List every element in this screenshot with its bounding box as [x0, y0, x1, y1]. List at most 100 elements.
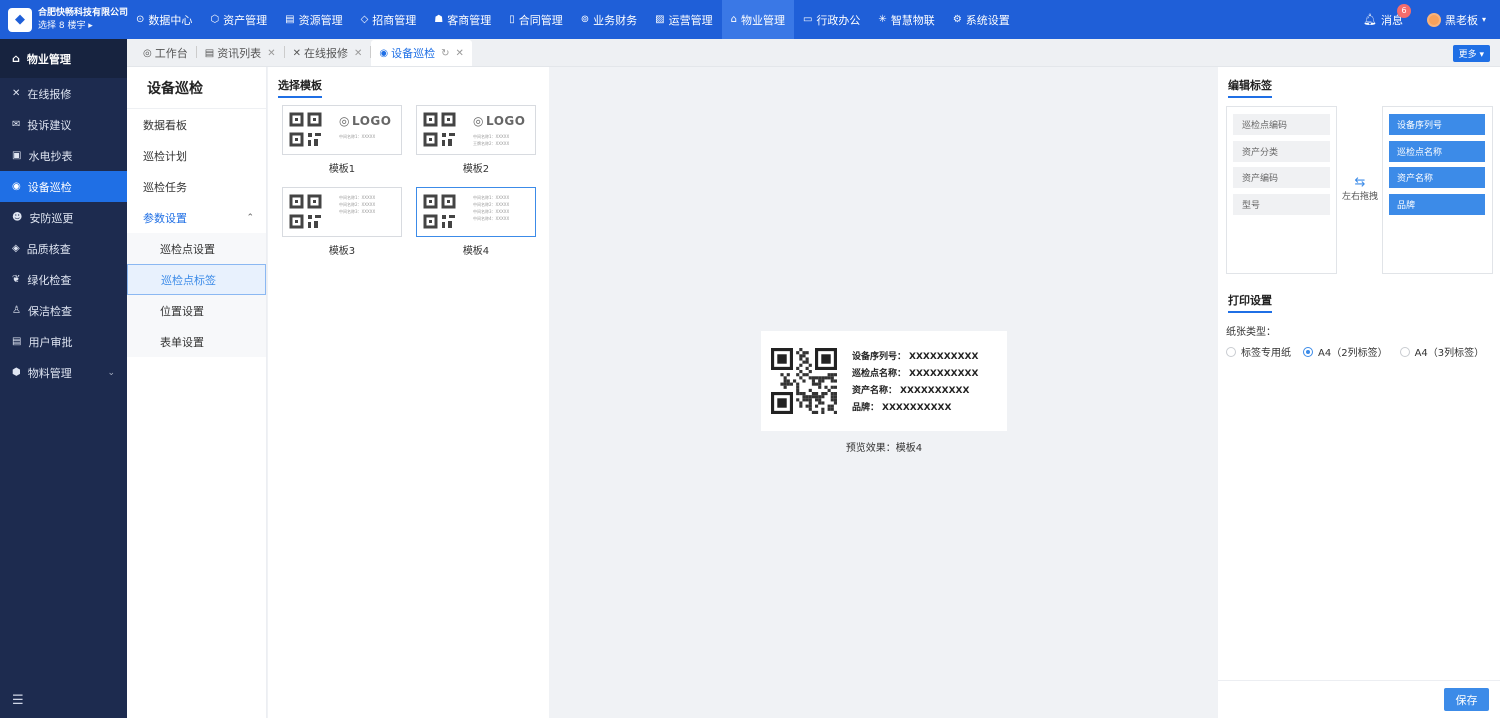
submenu-item-0[interactable]: 数据看板	[127, 109, 266, 140]
submenu-subitem-1[interactable]: 巡检点标签	[127, 264, 266, 295]
chevron-down-icon: ▾	[1481, 15, 1486, 24]
available-field-chip[interactable]: 资产分类	[1233, 140, 1330, 162]
topnav-item-6[interactable]: ⊚ 业务财务	[572, 0, 646, 39]
topnav-item-10[interactable]: ✳ 智慧物联	[869, 0, 943, 39]
template-card-4[interactable]: 中间名称1：XXXXX 中间名称2：XXXXX 中间名称3：XXXXX 中间名称4：X…	[416, 187, 536, 237]
radio-label: 标签专用纸	[1241, 348, 1291, 359]
top-nav: ⊙ 数据中心 ⬡ 资产管理 ▤ 资源管理 ◇ 招商管理 ☗ 客商管理 ▯ 合同管理 ⊚ 业务财务 ▨ 运营管理…	[127, 0, 1019, 39]
submenu-subitem-0[interactable]: 巡检点设置	[127, 233, 266, 264]
sidebar-item-4[interactable]: ☻ 安防巡更	[0, 202, 127, 233]
qr-code-icon	[771, 348, 837, 414]
paper-option-2[interactable]: A4（3列标签）	[1399, 344, 1484, 359]
close-icon[interactable]: ✕	[455, 48, 463, 59]
sidebar-item-label: 在线报修	[27, 87, 72, 101]
template-field-line: 中间名称1：XXXXX	[473, 195, 510, 200]
selected-field-chip[interactable]: 巡检点名称	[1389, 140, 1485, 162]
paper-option-0[interactable]: 标签专用纸	[1226, 344, 1291, 359]
user-menu[interactable]: 黑老板 ▾	[1426, 12, 1486, 28]
sidebar-item-5[interactable]: ◈ 品质核查	[0, 233, 127, 264]
submenu-group-params[interactable]: 参数设置 ⌃	[127, 202, 266, 233]
submenu-subitem-3[interactable]: 表单设置	[127, 326, 266, 357]
qr-code-icon	[289, 112, 323, 148]
sidebar-item-2[interactable]: ▣ 水电抄表	[0, 140, 127, 171]
submenu-title: 设备巡检	[127, 67, 266, 109]
sidebar-item-7[interactable]: ♙ 保洁检查	[0, 295, 127, 326]
topnav-label: 业务财务	[593, 13, 638, 27]
topnav-item-7[interactable]: ▨ 运营管理	[646, 0, 721, 39]
close-icon[interactable]: ✕	[354, 48, 362, 59]
sidebar-item-1[interactable]: ✉ 投诉建议	[0, 109, 127, 140]
collapse-menu-icon[interactable]: ☰	[12, 693, 24, 708]
monitor-icon: ▭	[802, 14, 813, 25]
sidebar-item-8[interactable]: ▤ 用户审批	[0, 326, 127, 357]
topnav-item-5[interactable]: ▯ 合同管理	[500, 0, 572, 39]
topnav-item-2[interactable]: ▤ 资源管理	[276, 0, 351, 39]
selected-field-chip[interactable]: 设备序列号	[1389, 114, 1485, 135]
topnav-item-11[interactable]: ⚙ 系统设置	[944, 0, 1019, 39]
print-settings-title: 打印设置	[1228, 292, 1272, 313]
close-icon[interactable]: ✕	[267, 48, 275, 59]
guard-icon: ☻	[12, 212, 23, 223]
refresh-icon[interactable]: ↻	[441, 48, 449, 59]
paper-type-label: 纸张类型：	[1226, 327, 1276, 338]
template-card-2[interactable]: ◎ LOGO 中间名称1：XXXXX 王牌名称2：XXXXX	[416, 105, 536, 155]
sidebar-item-9[interactable]: ⬢ 物料管理 ⌄	[0, 357, 127, 388]
topnav-item-1[interactable]: ⬡ 资产管理	[201, 0, 276, 39]
broom-icon: ♙	[12, 305, 21, 316]
available-field-chip[interactable]: 资产编码	[1233, 167, 1330, 188]
sidebar-item-label: 投诉建议	[27, 118, 72, 132]
brand[interactable]: ◆ 合肥快畅科技有限公司 选择 8 楼宇 ▸	[0, 0, 128, 39]
template-label: 模板1	[328, 164, 356, 175]
clock-icon: ⊙	[136, 14, 145, 25]
location-icon: ◉	[379, 47, 389, 59]
template-field-line: 王牌名称2：XXXXX	[473, 141, 510, 146]
tab-3[interactable]: ◉ 设备巡检 ↻ ✕	[371, 40, 472, 66]
template-card-1[interactable]: ◎ LOGO 中间名称1：XXXXX	[282, 105, 402, 155]
submenu-item-1[interactable]: 巡检计划	[127, 140, 266, 171]
tab-label: 在线报修	[303, 47, 348, 60]
preview-field-value: XXXXXXXXXX	[900, 386, 970, 396]
qr-code-icon	[423, 112, 457, 148]
user-name: 黑老板	[1444, 13, 1478, 27]
available-field-chip[interactable]: 巡检点编码	[1233, 114, 1330, 135]
template-fields: 中间名称1：XXXXX 王牌名称2：XXXXX	[473, 133, 509, 147]
topnav-item-3[interactable]: ◇ 招商管理	[352, 0, 426, 39]
tab-0[interactable]: ◎ 工作台	[135, 40, 196, 66]
mail-icon: ✉	[12, 119, 21, 130]
available-field-chip[interactable]: 型号	[1233, 193, 1330, 215]
sidebar-item-label: 设备巡检	[27, 180, 72, 194]
whale-logo-icon: ◆	[8, 7, 32, 32]
topnav-item-9[interactable]: ▭ 行政办公	[794, 0, 869, 39]
topnav-label: 系统设置	[965, 13, 1010, 27]
topnav-item-8[interactable]: ⌂ 物业管理	[721, 0, 794, 39]
radio-button[interactable]	[1303, 346, 1313, 357]
selected-field-chip[interactable]: 品牌	[1389, 193, 1485, 215]
selected-field-chip[interactable]: 资产名称	[1389, 167, 1485, 188]
sidebar-header[interactable]: ⌂ 物业管理	[0, 39, 127, 78]
tab-1[interactable]: ▤ 资讯列表 ✕	[197, 40, 284, 66]
sidebar-item-6[interactable]: ❦ 绿化检查	[0, 264, 127, 295]
submenu-panel: 设备巡检 数据看板 巡检计划 巡检任务 参数设置 ⌃ 巡检点设置 巡检点标签 位置设置表…	[127, 67, 267, 718]
building-selector[interactable]: 选择 8 楼宇 ▸	[38, 20, 128, 33]
topnav-label: 客商管理	[447, 13, 492, 27]
more-tabs-button[interactable]: 更多 ▾	[1452, 45, 1490, 62]
radio-button[interactable]	[1226, 346, 1236, 357]
sidebar-item-3[interactable]: ◉ 设备巡检	[0, 171, 127, 202]
topnav-item-4[interactable]: ☗ 客商管理	[425, 0, 500, 39]
messages-button[interactable]: 🔔︎ 消息 6	[1363, 3, 1412, 28]
submenu-subitem-2[interactable]: 位置设置	[127, 295, 266, 326]
paper-option-1[interactable]: A4（2列标签）	[1303, 344, 1388, 359]
tab-2[interactable]: ✕ 在线报修 ✕	[285, 40, 371, 66]
box-icon: ⬢	[12, 367, 21, 378]
save-button[interactable]: 保存	[1444, 688, 1489, 711]
swap-control[interactable]: ⇆ 左右拖拽	[1340, 176, 1380, 202]
sidebar-item-label: 物料管理	[27, 366, 72, 380]
topnav-item-0[interactable]: ⊙ 数据中心	[127, 0, 201, 39]
topnav-label: 智慧物联	[890, 13, 935, 27]
preview-row: 资产名称： XXXXXXXXXX	[852, 383, 978, 400]
template-field-line: 中间名称2：XXXXX	[339, 202, 376, 207]
sidebar-item-0[interactable]: ✕ 在线报修	[0, 78, 127, 109]
template-card-3[interactable]: 中间名称1：XXXXX 中间名称2：XXXXX 中间名称3：XXXXX	[282, 187, 402, 237]
radio-button[interactable]	[1399, 346, 1410, 357]
submenu-item-2[interactable]: 巡检任务	[127, 171, 266, 202]
